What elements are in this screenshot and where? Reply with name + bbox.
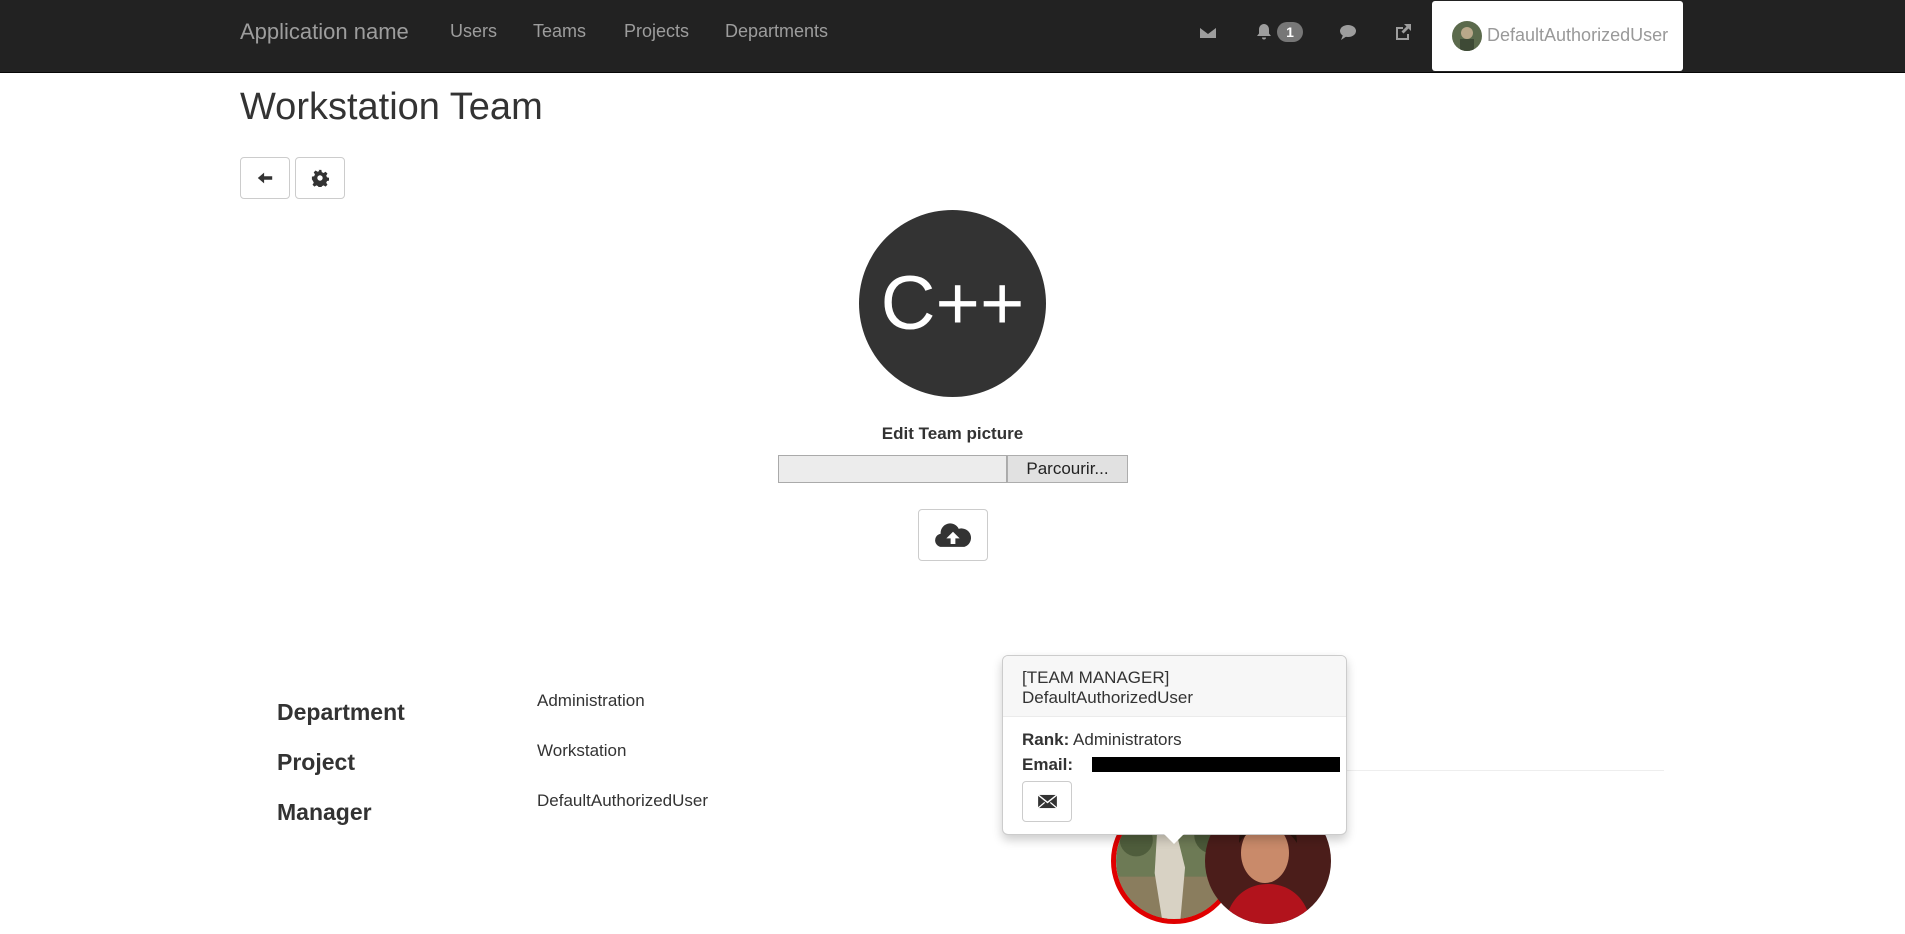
popover-title: [TEAM MANAGER] DefaultAuthorizedUser bbox=[1003, 656, 1346, 717]
cloud-upload-icon bbox=[935, 522, 972, 547]
envelope-icon[interactable] bbox=[1198, 22, 1218, 42]
popover-username: DefaultAuthorizedUser bbox=[1022, 688, 1194, 707]
nav-departments[interactable]: Departments bbox=[725, 21, 828, 42]
project-label: Project bbox=[277, 749, 355, 775]
popover-arrow bbox=[1163, 833, 1185, 844]
email-label: Email: bbox=[1022, 755, 1074, 774]
page-title: Workstation Team bbox=[240, 86, 543, 128]
nav-teams[interactable]: Teams bbox=[533, 21, 586, 42]
popover-role: [TEAM MANAGER] bbox=[1022, 668, 1170, 687]
file-path-field[interactable] bbox=[778, 455, 1007, 483]
settings-button[interactable] bbox=[295, 157, 345, 199]
app-brand[interactable]: Application name bbox=[240, 19, 409, 45]
rank-label: Rank: bbox=[1022, 730, 1070, 749]
bell-icon[interactable] bbox=[1254, 22, 1274, 42]
popover-rank: Rank: Administrators bbox=[1022, 730, 1182, 750]
department-label: Department bbox=[277, 699, 405, 725]
upload-button[interactable] bbox=[918, 509, 988, 561]
share-icon[interactable] bbox=[1393, 22, 1413, 42]
browse-button[interactable]: Parcourir... bbox=[1007, 455, 1128, 483]
user-avatar bbox=[1452, 21, 1482, 51]
nav-users[interactable]: Users bbox=[450, 21, 497, 42]
notification-badge: 1 bbox=[1277, 22, 1303, 42]
back-button[interactable] bbox=[240, 157, 290, 199]
manager-value[interactable]: DefaultAuthorizedUser bbox=[537, 791, 708, 811]
rank-value: Administrators bbox=[1073, 730, 1182, 749]
send-email-button[interactable] bbox=[1022, 781, 1072, 822]
team-avatar: C++ bbox=[859, 210, 1046, 397]
comment-icon[interactable] bbox=[1338, 22, 1358, 42]
envelope-icon bbox=[1037, 794, 1057, 809]
edit-team-picture-label: Edit Team picture bbox=[881, 424, 1024, 443]
user-name: DefaultAuthorizedUser bbox=[1487, 25, 1669, 45]
department-value[interactable]: Administration bbox=[537, 691, 645, 711]
email-redaction bbox=[1092, 757, 1340, 772]
manager-label: Manager bbox=[277, 799, 372, 825]
gear-icon bbox=[311, 169, 329, 187]
project-value[interactable]: Workstation bbox=[537, 741, 626, 761]
manager-popover: [TEAM MANAGER] DefaultAuthorizedUser Ran… bbox=[1002, 655, 1347, 835]
nav-projects[interactable]: Projects bbox=[624, 21, 689, 42]
navbar: Application name Users Teams Projects De… bbox=[0, 0, 1905, 73]
user-menu[interactable]: DefaultAuthorizedUser bbox=[1432, 1, 1683, 71]
popover-email: Email: bbox=[1022, 755, 1342, 775]
arrow-left-icon bbox=[257, 172, 273, 184]
